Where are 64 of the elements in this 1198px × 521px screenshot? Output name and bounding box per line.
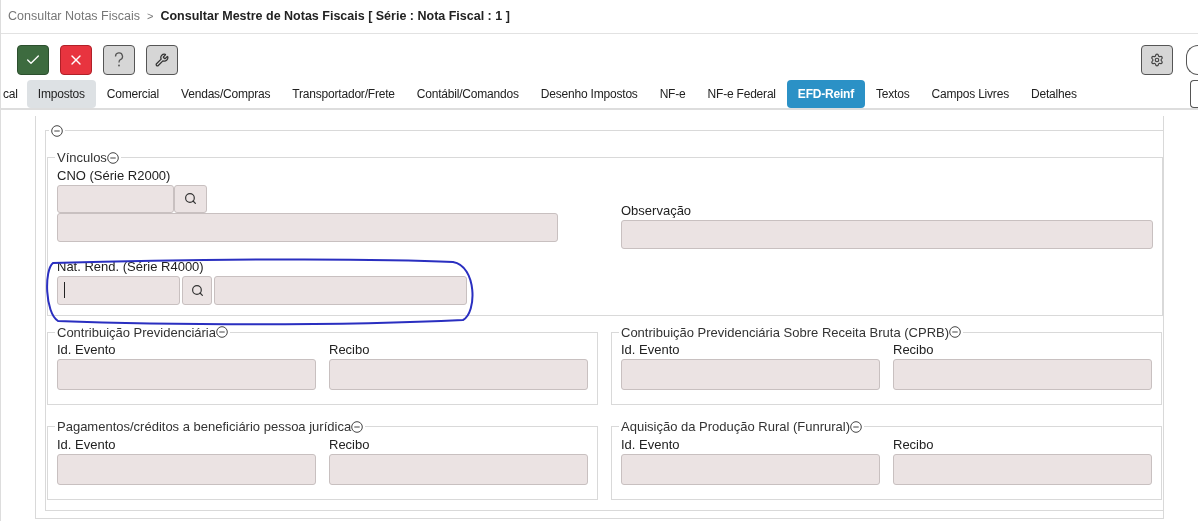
input-field[interactable] xyxy=(214,275,467,305)
tab[interactable]: Detalhes xyxy=(1019,79,1088,108)
tab[interactable]: Impostos xyxy=(26,79,96,108)
page-title: Consultar Mestre de Notas Fiscais [ Série : Nota Fiscal : 1 ] xyxy=(160,8,510,26)
section-title: Contribuição Previdenciária xyxy=(57,323,216,342)
input-field[interactable] xyxy=(621,453,880,485)
search-icon xyxy=(190,283,204,297)
section-title: Contribuição Previdenciária Sobre Receita Bruta (CPRB) xyxy=(621,323,950,342)
breadcrumb-link[interactable]: Consultar Notas Fiscais xyxy=(8,7,140,26)
collapse-icon[interactable] xyxy=(949,326,962,339)
tab[interactable]: Vendas/Compras xyxy=(170,79,282,108)
cancel-button[interactable] xyxy=(60,45,92,75)
round-button[interactable] xyxy=(1186,45,1198,75)
tab[interactable]: Campos Livres xyxy=(920,79,1020,108)
collapse-icon[interactable] xyxy=(351,420,364,433)
search-button[interactable] xyxy=(182,275,212,305)
collapse-icon[interactable] xyxy=(850,420,863,433)
input-field[interactable] xyxy=(57,184,174,213)
section-title: Pagamentos/créditos a beneficiário pessoa jurídica xyxy=(57,418,352,436)
tab[interactable]: NF-e Federal xyxy=(696,79,787,108)
field-label: Recibo xyxy=(893,342,935,358)
field-label: Observação xyxy=(621,202,693,219)
collapse-icon[interactable] xyxy=(106,151,119,164)
field-label: Id. Evento xyxy=(621,436,681,453)
tab[interactable]: Desenho Impostos xyxy=(529,79,649,108)
search-icon xyxy=(184,192,197,205)
breadcrumb-separator: > xyxy=(147,9,154,25)
tab[interactable]: cal xyxy=(1,79,27,108)
input-field[interactable] xyxy=(621,219,1153,249)
field-label: Recibo xyxy=(329,342,371,358)
wrench-icon xyxy=(155,53,169,67)
field-label: Id. Evento xyxy=(57,436,117,453)
input-field[interactable] xyxy=(57,453,316,485)
collapse-icon[interactable] xyxy=(216,326,228,339)
input-field[interactable] xyxy=(329,359,588,390)
section-title: Vínculos xyxy=(57,149,107,167)
tab[interactable]: Contábil/Comandos xyxy=(405,79,530,108)
section-title: Aquisição da Produção Rural (Funrural) xyxy=(621,418,851,436)
tab[interactable]: Transportador/Frete xyxy=(281,79,406,108)
field-label: CNO (Série R2000) xyxy=(57,167,172,184)
tab[interactable]: Comercial xyxy=(95,79,171,108)
tools-button[interactable] xyxy=(146,45,178,75)
confirm-button[interactable] xyxy=(17,45,49,75)
tab-scroll-button[interactable] xyxy=(1190,79,1198,108)
help-button[interactable] xyxy=(103,45,135,75)
input-field[interactable] xyxy=(57,212,558,242)
input-field[interactable] xyxy=(57,275,180,305)
input-field[interactable] xyxy=(57,359,316,390)
search-button[interactable] xyxy=(174,184,207,213)
settings-button[interactable] xyxy=(1141,45,1173,75)
field-label: Recibo xyxy=(893,436,935,453)
field-label: Id. Evento xyxy=(57,342,117,358)
question-mark-icon xyxy=(114,52,124,68)
input-field[interactable] xyxy=(893,453,1152,485)
tab[interactable]: Textos xyxy=(865,79,921,108)
input-field[interactable] xyxy=(621,359,880,390)
input-field[interactable] xyxy=(329,453,588,485)
collapse-icon[interactable] xyxy=(51,124,63,137)
input-field[interactable] xyxy=(893,359,1152,390)
settings-icon xyxy=(1150,53,1164,67)
tab[interactable]: EFD-Reinf xyxy=(786,79,866,108)
field-label: Recibo xyxy=(329,436,371,453)
tab[interactable]: NF-e xyxy=(648,79,697,108)
field-label: Id. Evento xyxy=(621,342,681,358)
